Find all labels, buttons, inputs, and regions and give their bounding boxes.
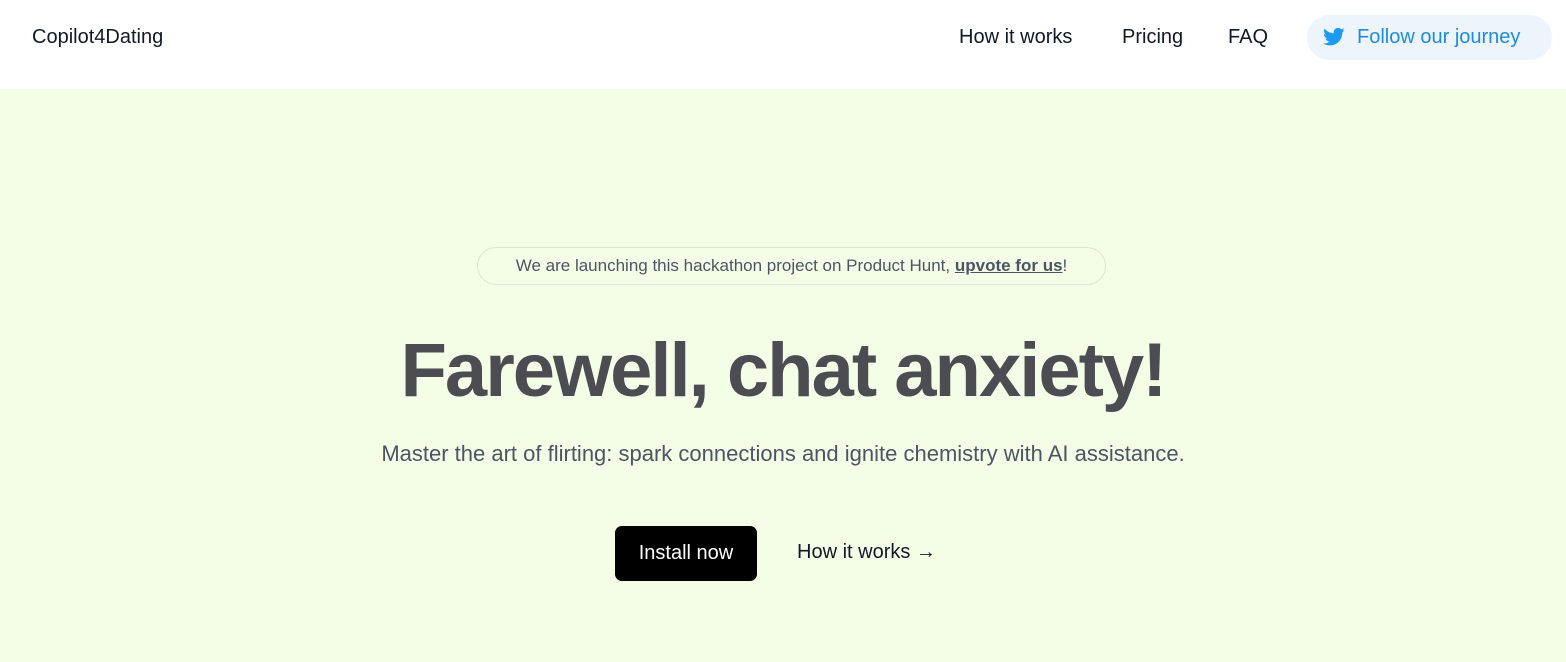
nav-pricing[interactable]: Pricing: [1122, 26, 1183, 49]
announcement-text: We are launching this hackathon project …: [515, 256, 955, 275]
follow-button-label: Follow our journey: [1357, 26, 1521, 48]
hero-headline: Farewell, chat anxiety!: [400, 328, 1168, 413]
announcement-suffix: !: [1062, 256, 1068, 275]
twitter-icon: [1323, 27, 1345, 46]
hero-section: We are launching this hackathon project …: [0, 89, 1566, 662]
hero-subheadline: Master the art of flirting: spark connec…: [381, 441, 1185, 466]
brand-logo-link[interactable]: Copilot4Dating: [32, 26, 163, 49]
follow-our-journey-button[interactable]: Follow our journey: [1307, 15, 1552, 60]
nav-how-it-works[interactable]: How it works: [959, 26, 1072, 49]
nav-faq[interactable]: FAQ: [1228, 26, 1268, 49]
site-header: Copilot4Dating How it works Pricing FAQ …: [0, 0, 1566, 89]
how-it-works-link[interactable]: How it works →: [797, 541, 936, 564]
upvote-link[interactable]: upvote for us: [955, 256, 1063, 275]
install-now-button[interactable]: Install now: [615, 526, 757, 581]
announcement-banner: We are launching this hackathon project …: [477, 247, 1106, 285]
